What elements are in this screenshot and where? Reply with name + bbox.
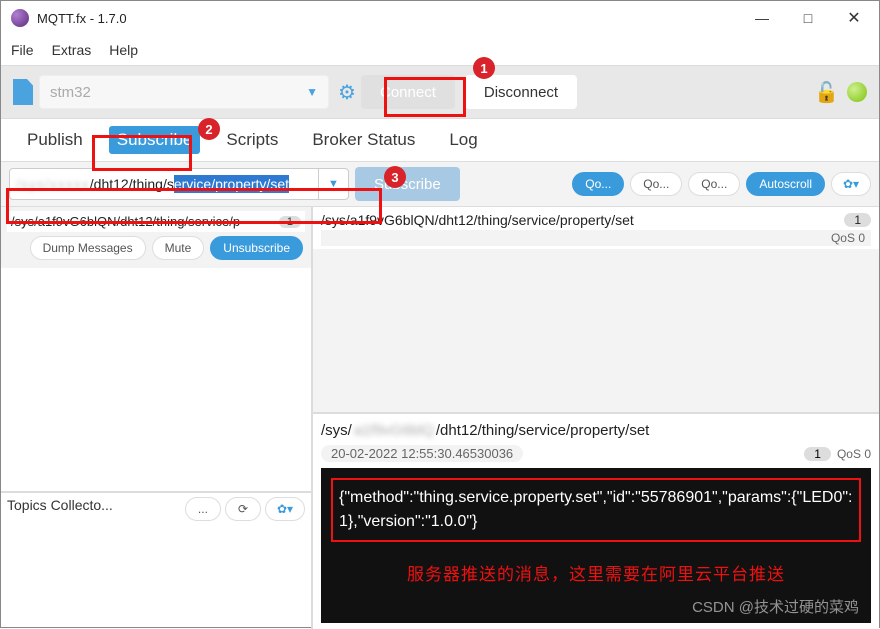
- autoscroll-pill[interactable]: Autoscroll: [746, 172, 825, 196]
- menu-extras[interactable]: Extras: [52, 42, 92, 58]
- toolbar: stm32 ▼ ⚙ Connect Disconnect 🔓: [1, 65, 879, 119]
- tab-publish[interactable]: Publish: [19, 126, 91, 154]
- window-title: MQTT.fx - 1.7.0: [37, 11, 739, 26]
- detail-timestamp: 20-02-2022 12:55:30.46530036: [321, 445, 523, 462]
- qos0-pill[interactable]: Qo...: [572, 172, 624, 196]
- menu-file[interactable]: File: [11, 42, 34, 58]
- topic-input[interactable]: /sys/xxxxx/dht12/thing/service/property/…: [10, 169, 318, 199]
- profile-name: stm32: [50, 84, 91, 101]
- main-tabs: Publish Subscribe Scripts Broker Status …: [1, 119, 879, 161]
- subscriptions-list: /sys/a1f9vG6blQN/dht12/thing/service/p 1…: [1, 207, 311, 491]
- tc-scan-button[interactable]: ⟳: [225, 497, 261, 521]
- detail-qos: QoS 0: [837, 447, 871, 461]
- detail-topic-blur: a1f9vG6blQ: [352, 422, 436, 439]
- left-pane: /sys/a1f9vG6blQN/dht12/thing/service/p 1…: [1, 207, 313, 629]
- subscribe-button[interactable]: Subscribe: [355, 167, 460, 201]
- unsubscribe-button[interactable]: Unsubscribe: [210, 236, 303, 260]
- topic-dropdown-button[interactable]: ▼: [318, 169, 348, 199]
- right-pane: /sys/a1f9vG6blQN/dht12/thing/service/pro…: [313, 207, 879, 629]
- detail-topic-b: /dht12/thing/service/property/set: [436, 422, 649, 439]
- menubar: File Extras Help: [1, 35, 879, 65]
- topic-combobox[interactable]: /sys/xxxxx/dht12/thing/service/property/…: [9, 168, 349, 200]
- callout-1: 1: [473, 57, 495, 79]
- connect-button[interactable]: Connect: [361, 75, 455, 109]
- maximize-button[interactable]: □: [785, 3, 831, 33]
- callout-2: 2: [198, 118, 220, 140]
- tab-broker-status[interactable]: Broker Status: [304, 126, 423, 154]
- topics-collector-label: Topics Collecto...: [7, 497, 181, 513]
- message-list-header: /sys/a1f9vG6blQN/dht12/thing/service/pro…: [313, 207, 879, 249]
- payload-json: {"method":"thing.service.property.set","…: [331, 478, 861, 542]
- subscribe-options-button[interactable]: ✿▾: [831, 172, 871, 196]
- menu-help[interactable]: Help: [109, 42, 138, 58]
- received-qos: QoS 0: [321, 230, 871, 246]
- message-detail: /sys/a1f9vG6blQ/dht12/thing/service/prop…: [313, 412, 879, 629]
- close-button[interactable]: ✕: [831, 3, 877, 33]
- topics-collector-pane: Topics Collecto... ... ⟳ ✿▾: [1, 491, 311, 629]
- qos1-pill[interactable]: Qo...: [630, 172, 682, 196]
- settings-gear-icon[interactable]: ⚙: [333, 78, 361, 106]
- tab-scripts[interactable]: Scripts: [218, 126, 286, 154]
- profile-file-icon[interactable]: [13, 79, 33, 105]
- subscribe-bar: /sys/xxxxx/dht12/thing/service/property/…: [1, 161, 879, 207]
- content: /sys/a1f9vG6blQN/dht12/thing/service/p 1…: [1, 207, 879, 629]
- dump-messages-button[interactable]: Dump Messages: [30, 236, 146, 260]
- lock-open-icon: 🔓: [814, 80, 839, 105]
- received-count-badge: 1: [844, 213, 871, 227]
- profile-dropdown[interactable]: stm32 ▼: [39, 75, 329, 109]
- mute-button[interactable]: Mute: [152, 236, 205, 260]
- tab-subscribe[interactable]: Subscribe: [109, 126, 201, 154]
- connection-status-dot: [847, 82, 867, 102]
- callout-3: 3: [384, 166, 406, 188]
- app-icon: [11, 9, 29, 27]
- detail-badge: 1: [804, 447, 831, 461]
- subscription-topic: /sys/a1f9vG6blQN/dht12/thing/service/p: [11, 214, 240, 229]
- disconnect-button[interactable]: Disconnect: [465, 75, 577, 109]
- qos2-pill[interactable]: Qo...: [688, 172, 740, 196]
- annotation-note: 服务器推送的消息，这里需要在阿里云平台推送: [331, 542, 861, 585]
- titlebar: MQTT.fx - 1.7.0 — □ ✕: [1, 1, 879, 35]
- payload-panel: {"method":"thing.service.property.set","…: [321, 468, 871, 623]
- watermark: CSDN @技术过硬的菜鸡: [692, 596, 859, 617]
- tab-log[interactable]: Log: [441, 126, 485, 154]
- minimize-button[interactable]: —: [739, 3, 785, 33]
- subscription-item[interactable]: /sys/a1f9vG6blQN/dht12/thing/service/p 1…: [1, 207, 311, 268]
- received-topic: /sys/a1f9vG6blQN/dht12/thing/service/pro…: [321, 212, 634, 228]
- subscription-count-badge: 1: [279, 216, 301, 228]
- tc-more-button[interactable]: ...: [185, 497, 221, 521]
- detail-topic-a: /sys/: [321, 422, 352, 439]
- message-list-body[interactable]: [313, 249, 879, 412]
- chevron-down-icon: ▼: [306, 85, 318, 99]
- tc-options-button[interactable]: ✿▾: [265, 497, 305, 521]
